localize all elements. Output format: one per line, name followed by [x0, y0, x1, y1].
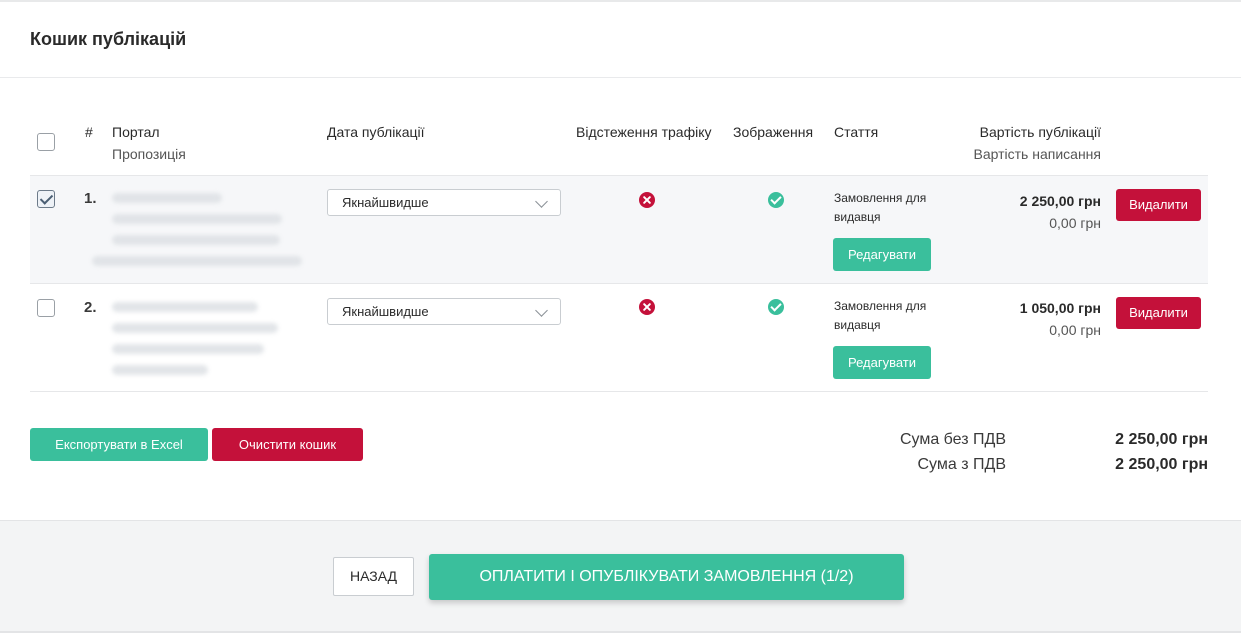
- header-cost-pub: Вартість публікації: [979, 124, 1101, 140]
- table-row: 2. Якнайшвидше Замовлення для видавця Ре…: [30, 285, 1208, 391]
- sum-no-vat-value: 2 250,00 грн: [1115, 431, 1208, 448]
- chevron-down-icon: [535, 304, 548, 317]
- edit-button[interactable]: Редагувати: [833, 238, 931, 271]
- price-publication: 1 050,00 грн: [1019, 300, 1101, 316]
- price-writing: 0,00 грн: [1049, 215, 1101, 231]
- row-separator: [30, 391, 1208, 392]
- title-bar: Кошик публікацій: [0, 2, 1241, 78]
- price-writing: 0,00 грн: [1049, 322, 1101, 338]
- header-traffic: Відстеження трафіку: [576, 124, 712, 140]
- sum-with-vat-value: 2 250,00 грн: [1115, 456, 1208, 473]
- header-article: Стаття: [834, 124, 879, 140]
- publication-date-select[interactable]: Якнайшвидше: [327, 189, 561, 216]
- sum-with-vat-label: Сума з ПДВ: [917, 456, 1006, 473]
- images-ok-icon: [768, 192, 784, 208]
- header-images: Зображення: [733, 124, 814, 140]
- delete-button[interactable]: Видалити: [1116, 189, 1201, 221]
- select-all-checkbox[interactable]: [37, 133, 55, 151]
- delete-button[interactable]: Видалити: [1116, 297, 1201, 329]
- traffic-off-icon: [639, 299, 655, 315]
- header-num: #: [85, 124, 93, 140]
- row-separator: [30, 283, 1208, 284]
- header-proposal: Пропозиція: [112, 146, 186, 162]
- row-index: 1.: [84, 190, 97, 207]
- header-portal: Портал: [112, 124, 160, 140]
- publication-date-value: Якнайшвидше: [342, 195, 429, 210]
- row-checkbox[interactable]: [37, 190, 55, 208]
- cart-card: Кошик публікацій # Портал Пропозиція Дат…: [0, 0, 1241, 521]
- row-checkbox[interactable]: [37, 299, 55, 317]
- edit-button[interactable]: Редагувати: [833, 346, 931, 379]
- sum-no-vat-label: Сума без ПДВ: [899, 431, 1006, 448]
- table-row: 1. Якнайшвидше Замовлення для видавця Ре…: [30, 176, 1208, 283]
- clear-cart-button[interactable]: Очистити кошик: [212, 428, 363, 461]
- price-publication: 2 250,00 грн: [1019, 193, 1101, 209]
- page-title: Кошик публікацій: [30, 29, 187, 49]
- header-cost-write: Вартість написання: [973, 146, 1101, 162]
- back-button[interactable]: НАЗАД: [333, 557, 414, 596]
- chevron-down-icon: [535, 195, 548, 208]
- row-price: 1 050,00 грн 0,00 грн: [1020, 297, 1101, 341]
- export-excel-button[interactable]: Експортувати в Excel: [30, 428, 208, 461]
- images-ok-icon: [768, 299, 784, 315]
- article-status: Замовлення для видавця: [834, 191, 927, 224]
- traffic-off-icon: [639, 192, 655, 208]
- row-index: 2.: [84, 299, 97, 316]
- row-price: 2 250,00 грн 0,00 грн: [1020, 190, 1101, 234]
- publication-date-select[interactable]: Якнайшвидше: [327, 298, 561, 325]
- header-date: Дата публікації: [327, 124, 425, 140]
- article-status: Замовлення для видавця: [834, 299, 927, 332]
- pay-publish-button[interactable]: ОПЛАТИТИ І ОПУБЛІКУВАТИ ЗАМОВЛЕННЯ (1/2): [429, 554, 904, 600]
- publication-date-value: Якнайшвидше: [342, 304, 429, 319]
